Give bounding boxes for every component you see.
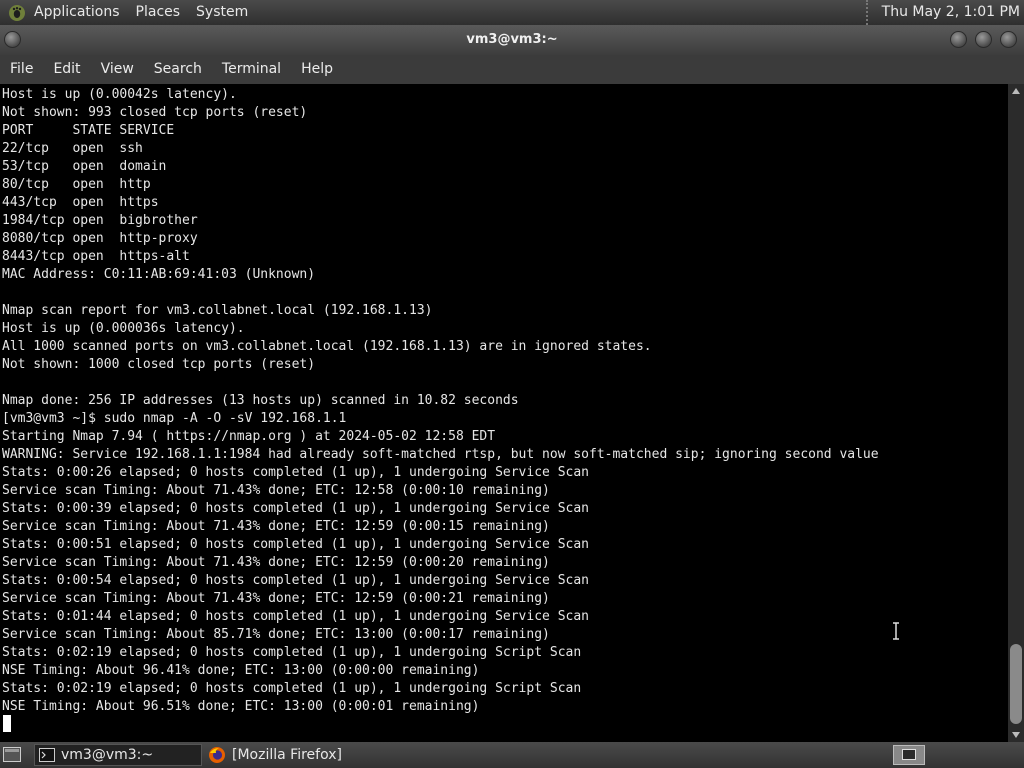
menu-search[interactable]: Search <box>144 55 212 84</box>
terminal-line: Nmap done: 256 IP addresses (13 hosts up… <box>2 393 519 408</box>
terminal-menubar: File Edit View Search Terminal Help <box>0 55 1024 84</box>
terminal-line: NSE Timing: About 96.51% done; ETC: 13:0… <box>2 699 480 714</box>
terminal-line: Service scan Timing: About 85.71% done; … <box>2 627 550 642</box>
terminal-cursor <box>3 715 11 732</box>
terminal-line: 8443/tcp open https-alt <box>2 249 190 264</box>
taskbar-terminal-button[interactable]: vm3@vm3:~ <box>34 744 202 766</box>
terminal-line: Stats: 0:00:26 elapsed; 0 hosts complete… <box>2 465 589 480</box>
terminal-line: Nmap scan report for vm3.collabnet.local… <box>2 303 433 318</box>
gnome-foot-icon[interactable] <box>8 4 26 22</box>
window-titlebar[interactable]: vm3@vm3:~ <box>0 25 1024 55</box>
menu-terminal[interactable]: Terminal <box>212 55 291 84</box>
terminal-line: MAC Address: C0:11:AB:69:41:03 (Unknown) <box>2 267 316 282</box>
terminal-line: Not shown: 1000 closed tcp ports (reset) <box>2 357 316 372</box>
terminal-line: Service scan Timing: About 71.43% done; … <box>2 591 550 606</box>
minimize-button[interactable] <box>950 31 967 48</box>
terminal-line: Host is up (0.00042s latency). <box>2 87 237 102</box>
terminal-line: Service scan Timing: About 71.43% done; … <box>2 519 550 534</box>
terminal-line: 8080/tcp open http-proxy <box>2 231 198 246</box>
workspace-window-preview <box>902 749 916 760</box>
taskbar-firefox-label: [Mozilla Firefox] <box>232 747 342 763</box>
terminal-line: 80/tcp open http <box>2 177 151 192</box>
terminal-line: Stats: 0:00:54 elapsed; 0 hosts complete… <box>2 573 589 588</box>
terminal-line: Stats: 0:00:39 elapsed; 0 hosts complete… <box>2 501 589 516</box>
terminal-line: Host is up (0.000036s latency). <box>2 321 245 336</box>
firefox-icon <box>209 747 225 763</box>
terminal-line: Starting Nmap 7.94 ( https://nmap.org ) … <box>2 429 496 444</box>
terminal-line: 1984/tcp open bigbrother <box>2 213 198 228</box>
terminal-line: Stats: 0:00:51 elapsed; 0 hosts complete… <box>2 537 589 552</box>
system-menu[interactable]: System <box>188 0 256 25</box>
terminal-lines: Host is up (0.00042s latency). Not shown:… <box>2 86 879 716</box>
scroll-up-icon[interactable] <box>1008 84 1024 98</box>
taskbar-terminal-label: vm3@vm3:~ <box>61 747 154 763</box>
terminal-line: All 1000 scanned ports on vm3.collabnet.… <box>2 339 652 354</box>
applications-menu[interactable]: Applications <box>26 0 128 25</box>
terminal-line: Stats: 0:01:44 elapsed; 0 hosts complete… <box>2 609 589 624</box>
show-desktop-icon[interactable] <box>3 747 21 762</box>
terminal-line: PORT STATE SERVICE <box>2 123 175 138</box>
close-button[interactable] <box>1000 31 1017 48</box>
terminal-scrollbar[interactable] <box>1008 84 1024 742</box>
terminal-line: Service scan Timing: About 71.43% done; … <box>2 483 550 498</box>
terminal-line: [vm3@vm3 ~]$ sudo nmap -A -O -sV 192.168… <box>2 411 347 426</box>
terminal-line: Not shown: 993 closed tcp ports (reset) <box>2 105 308 120</box>
places-menu[interactable]: Places <box>128 0 189 25</box>
menu-file[interactable]: File <box>0 55 43 84</box>
bottom-panel: vm3@vm3:~ [Mozilla Firefox] <box>0 742 1024 768</box>
top-panel: Applications Places System Thu May 2, 1:… <box>0 0 1024 25</box>
terminal-line: WARNING: Service 192.168.1.1:1984 had al… <box>2 447 879 462</box>
terminal-line: 53/tcp open domain <box>2 159 167 174</box>
menu-help[interactable]: Help <box>291 55 343 84</box>
taskbar-firefox-button[interactable]: [Mozilla Firefox] <box>204 744 374 766</box>
terminal-line: Stats: 0:02:19 elapsed; 0 hosts complete… <box>2 681 582 696</box>
maximize-button[interactable] <box>975 31 992 48</box>
terminal-line: Service scan Timing: About 71.43% done; … <box>2 555 550 570</box>
terminal-line: 443/tcp open https <box>2 195 159 210</box>
text-ibeam-cursor-icon <box>893 622 899 640</box>
menu-view[interactable]: View <box>91 55 144 84</box>
workspace-switcher-icon[interactable] <box>893 745 925 765</box>
terminal-icon <box>39 748 55 762</box>
scrollbar-thumb[interactable] <box>1010 644 1022 724</box>
menu-edit[interactable]: Edit <box>43 55 90 84</box>
terminal-line: NSE Timing: About 96.41% done; ETC: 13:0… <box>2 663 480 678</box>
terminal-line: 22/tcp open ssh <box>2 141 143 156</box>
terminal-line: Stats: 0:02:19 elapsed; 0 hosts complete… <box>2 645 582 660</box>
window-title: vm3@vm3:~ <box>466 32 558 47</box>
panel-clock[interactable]: Thu May 2, 1:01 PM <box>865 0 1020 25</box>
terminal-output[interactable]: Host is up (0.00042s latency). Not shown:… <box>0 84 1008 742</box>
scroll-down-icon[interactable] <box>1008 728 1024 742</box>
